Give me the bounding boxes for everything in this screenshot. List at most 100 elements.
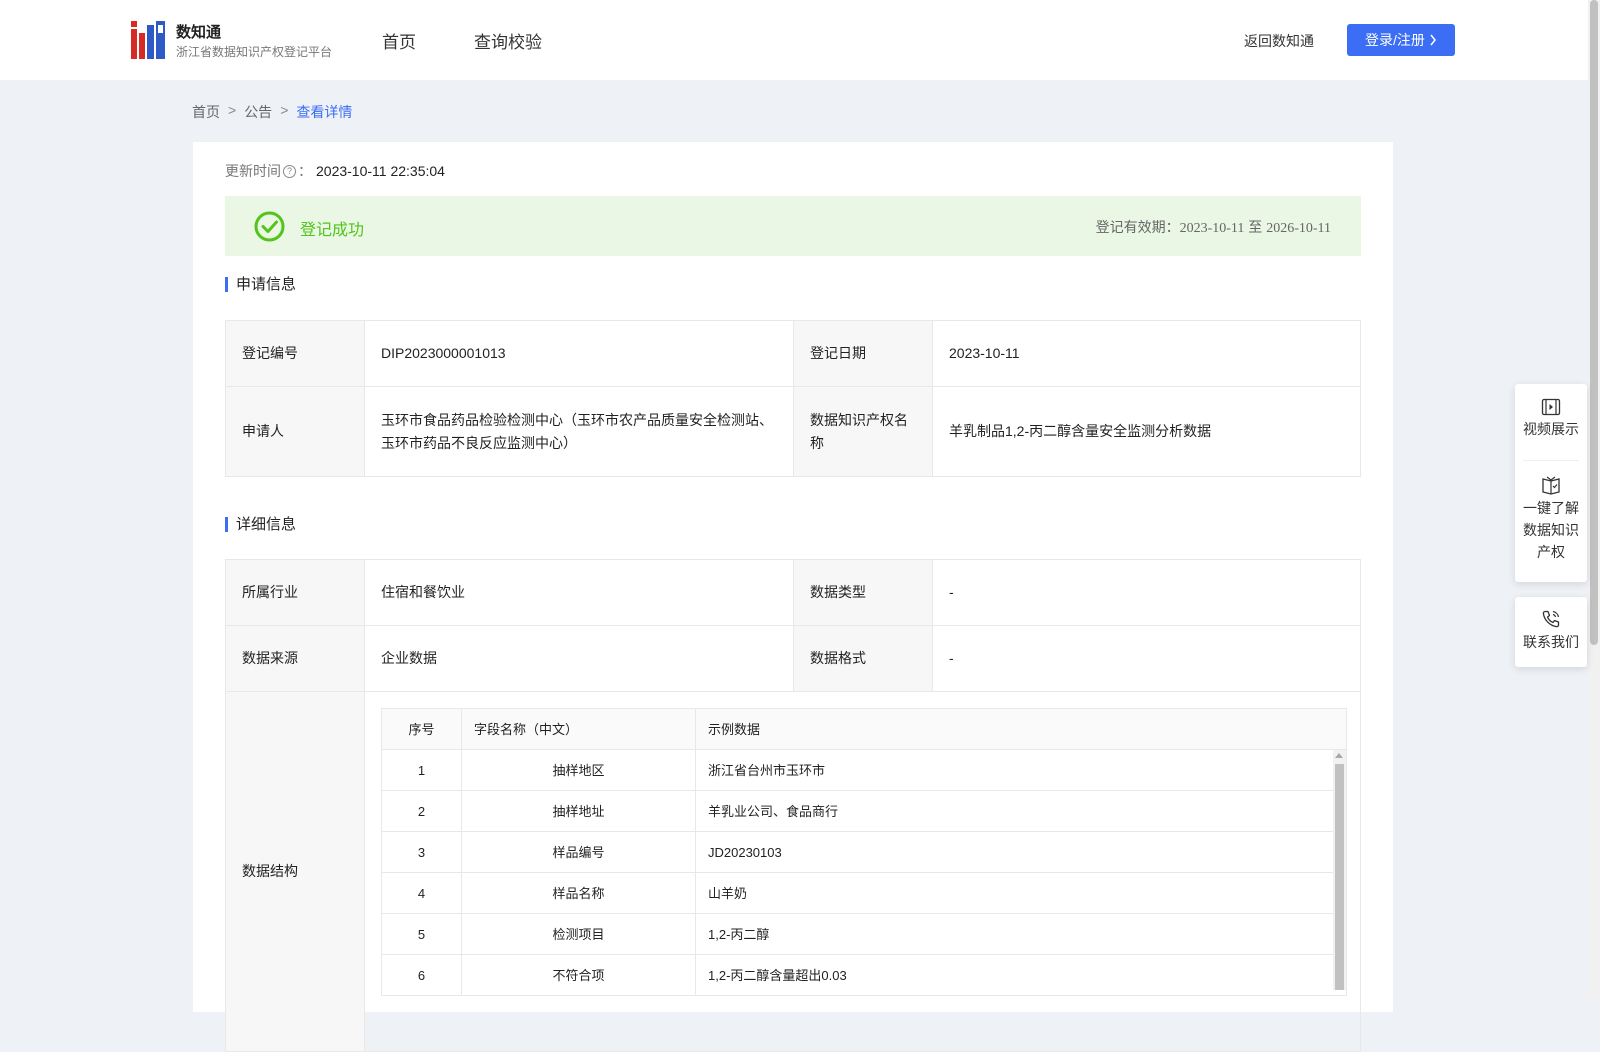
row-index: 5 — [381, 913, 462, 955]
validity-period: 登记有效期：2023-10-11 至 2026-10-11 — [1096, 217, 1331, 237]
table-row: 2 抽样地址 羊乳业公司、食品商行 — [381, 790, 1347, 832]
side-panel-top: 视频展示 一键了解 数据知识 产权 — [1515, 384, 1587, 582]
section-title-details: 详细信息 — [225, 517, 296, 532]
structure-table-scrollbar[interactable] — [1333, 750, 1346, 990]
learn-data-ip-label-line3: 产权 — [1537, 544, 1565, 560]
row-field-name: 抽样地区 — [461, 749, 696, 791]
detail-info-table: 所属行业 住宿和餐饮业 数据类型 - 数据来源 企业数据 数据格式 - 数据结构… — [225, 559, 1361, 1052]
row-sample: 1,2-丙二醇含量超出0.03 — [695, 954, 1347, 996]
table-row: 登记编号 DIP2023000001013 登记日期 2023-10-11 — [225, 320, 1361, 387]
col-header-field-name: 字段名称（中文） — [461, 708, 696, 750]
industry-value: 住宿和餐饮业 — [364, 559, 794, 626]
video-showcase-button[interactable]: 视频展示 — [1523, 384, 1579, 461]
structure-table: 序号 字段名称（中文） 示例数据 1 抽样地区 浙江省台州市玉环市 2 抽样地址 — [381, 708, 1347, 996]
reg-no-value: DIP2023000001013 — [364, 320, 794, 387]
format-value: - — [932, 625, 1361, 692]
page-scrollbar-thumb[interactable] — [1590, 0, 1598, 645]
breadcrumb: 首页 > 公告 > 查看详情 — [192, 102, 352, 122]
reg-no-label: 登记编号 — [225, 320, 365, 387]
table-row: 1 抽样地区 浙江省台州市玉环市 — [381, 749, 1347, 791]
col-header-index: 序号 — [381, 708, 462, 750]
update-time-row: 更新时间 ? ： 2023-10-11 22:35:04 — [225, 161, 445, 181]
row-sample: 羊乳业公司、食品商行 — [695, 790, 1347, 832]
row-sample: 1,2-丙二醇 — [695, 913, 1347, 955]
section-title-application: 申请信息 — [225, 277, 296, 292]
chevron-right-icon — [1430, 34, 1436, 46]
ip-name-value: 羊乳制品1,2-丙二醇含量安全监测分析数据 — [932, 386, 1361, 477]
contact-us-label: 联系我们 — [1523, 634, 1579, 650]
question-circle-icon[interactable]: ? — [283, 164, 296, 178]
update-time-value: 2023-10-11 22:35:04 — [316, 163, 445, 179]
row-sample: 浙江省台州市玉环市 — [695, 749, 1347, 791]
table-row: 5 检测项目 1,2-丙二醇 — [381, 913, 1347, 955]
row-sample: 山羊奶 — [695, 872, 1347, 914]
top-header: 数知通 浙江省数据知识产权登记平台 首页 查询校验 返回数知通 登录/注册 — [0, 0, 1588, 80]
update-time-colon: ： — [298, 163, 312, 179]
video-showcase-label: 视频展示 — [1523, 421, 1579, 437]
structure-cell: 序号 字段名称（中文） 示例数据 1 抽样地区 浙江省台州市玉环市 2 抽样地址 — [364, 691, 1361, 1052]
applicant-value: 玉环市食品药品检验检测中心（玉环市农产品质量安全检测站、玉环市药品不良反应监测中… — [364, 386, 794, 477]
status-text: 登记成功 — [300, 222, 365, 239]
row-field-name: 样品编号 — [461, 831, 696, 873]
breadcrumb-separator: > — [228, 102, 237, 118]
structure-table-wrapper: 序号 字段名称（中文） 示例数据 1 抽样地区 浙江省台州市玉环市 2 抽样地址 — [381, 708, 1347, 1008]
row-index: 1 — [381, 749, 462, 791]
back-to-shuzhitong-link[interactable]: 返回数知通 — [1244, 31, 1314, 51]
scroll-up-arrow-icon[interactable] — [1335, 753, 1343, 758]
book-icon — [1542, 476, 1560, 495]
ip-name-label: 数据知识产权名称 — [793, 386, 933, 477]
table-row: 3 样品编号 JD20230103 — [381, 831, 1347, 873]
row-index: 4 — [381, 872, 462, 914]
data-type-value: - — [932, 559, 1361, 626]
structure-table-scrollbar-thumb[interactable] — [1335, 764, 1344, 990]
brand-title: 数知通 — [176, 24, 222, 41]
row-field-name: 抽样地址 — [461, 790, 696, 832]
breadcrumb-separator: > — [280, 102, 289, 118]
row-sample: JD20230103 — [695, 831, 1347, 873]
learn-data-ip-button[interactable]: 一键了解 数据知识 产权 — [1515, 461, 1587, 563]
side-panel-bottom: 联系我们 — [1515, 597, 1587, 667]
col-header-sample: 示例数据 — [695, 708, 1347, 750]
reg-date-label: 登记日期 — [793, 320, 933, 387]
validity-end: 2026-10-11 — [1266, 221, 1331, 236]
source-value: 企业数据 — [364, 625, 794, 692]
logo-icon[interactable] — [131, 21, 165, 59]
industry-label: 所属行业 — [225, 559, 365, 626]
row-index: 3 — [381, 831, 462, 873]
row-field-name: 不符合项 — [461, 954, 696, 996]
page-scrollbar[interactable] — [1588, 0, 1600, 1000]
data-type-label: 数据类型 — [793, 559, 933, 626]
row-index: 2 — [381, 790, 462, 832]
table-row: 所属行业 住宿和餐饮业 数据类型 - — [225, 559, 1361, 626]
table-row: 数据结构 序号 字段名称（中文） 示例数据 1 抽样地区 浙江省台州市玉环市 2… — [225, 691, 1361, 1052]
learn-data-ip-label-line2: 数据知识 — [1523, 522, 1579, 538]
reg-date-value: 2023-10-11 — [932, 320, 1361, 387]
row-field-name: 样品名称 — [461, 872, 696, 914]
table-row: 4 样品名称 山羊奶 — [381, 872, 1347, 914]
phone-icon — [1542, 610, 1560, 628]
table-row: 数据来源 企业数据 数据格式 - — [225, 625, 1361, 692]
nav-query-verify[interactable]: 查询校验 — [474, 28, 542, 53]
contact-us-button[interactable]: 联系我们 — [1515, 597, 1587, 653]
row-index: 6 — [381, 954, 462, 996]
login-register-label: 登录/注册 — [1365, 32, 1425, 48]
breadcrumb-home[interactable]: 首页 — [192, 102, 220, 122]
table-row: 6 不符合项 1,2-丙二醇含量超出0.03 — [381, 954, 1347, 996]
format-label: 数据格式 — [793, 625, 933, 692]
structure-header-row: 序号 字段名称（中文） 示例数据 — [381, 708, 1347, 750]
applicant-label: 申请人 — [225, 386, 365, 477]
detail-card: 更新时间 ? ： 2023-10-11 22:35:04 登记成功 登记有效期：… — [193, 142, 1393, 1052]
login-register-button[interactable]: 登录/注册 — [1347, 24, 1455, 56]
check-circle-icon — [254, 211, 285, 242]
table-row: 申请人 玉环市食品药品检验检测中心（玉环市农产品质量安全检测站、玉环市药品不良反… — [225, 386, 1361, 477]
nav-home[interactable]: 首页 — [382, 28, 416, 53]
source-label: 数据来源 — [225, 625, 365, 692]
breadcrumb-current: 查看详情 — [296, 104, 353, 120]
learn-data-ip-label-line1: 一键了解 — [1523, 500, 1579, 516]
validity-label: 登记有效期： — [1095, 219, 1180, 235]
video-icon — [1541, 398, 1561, 416]
breadcrumb-announcement[interactable]: 公告 — [244, 102, 272, 122]
application-info-table: 登记编号 DIP2023000001013 登记日期 2023-10-11 申请… — [225, 320, 1361, 477]
registration-status-banner: 登记成功 登记有效期：2023-10-11 至 2026-10-11 — [225, 196, 1361, 256]
row-field-name: 检测项目 — [461, 913, 696, 955]
